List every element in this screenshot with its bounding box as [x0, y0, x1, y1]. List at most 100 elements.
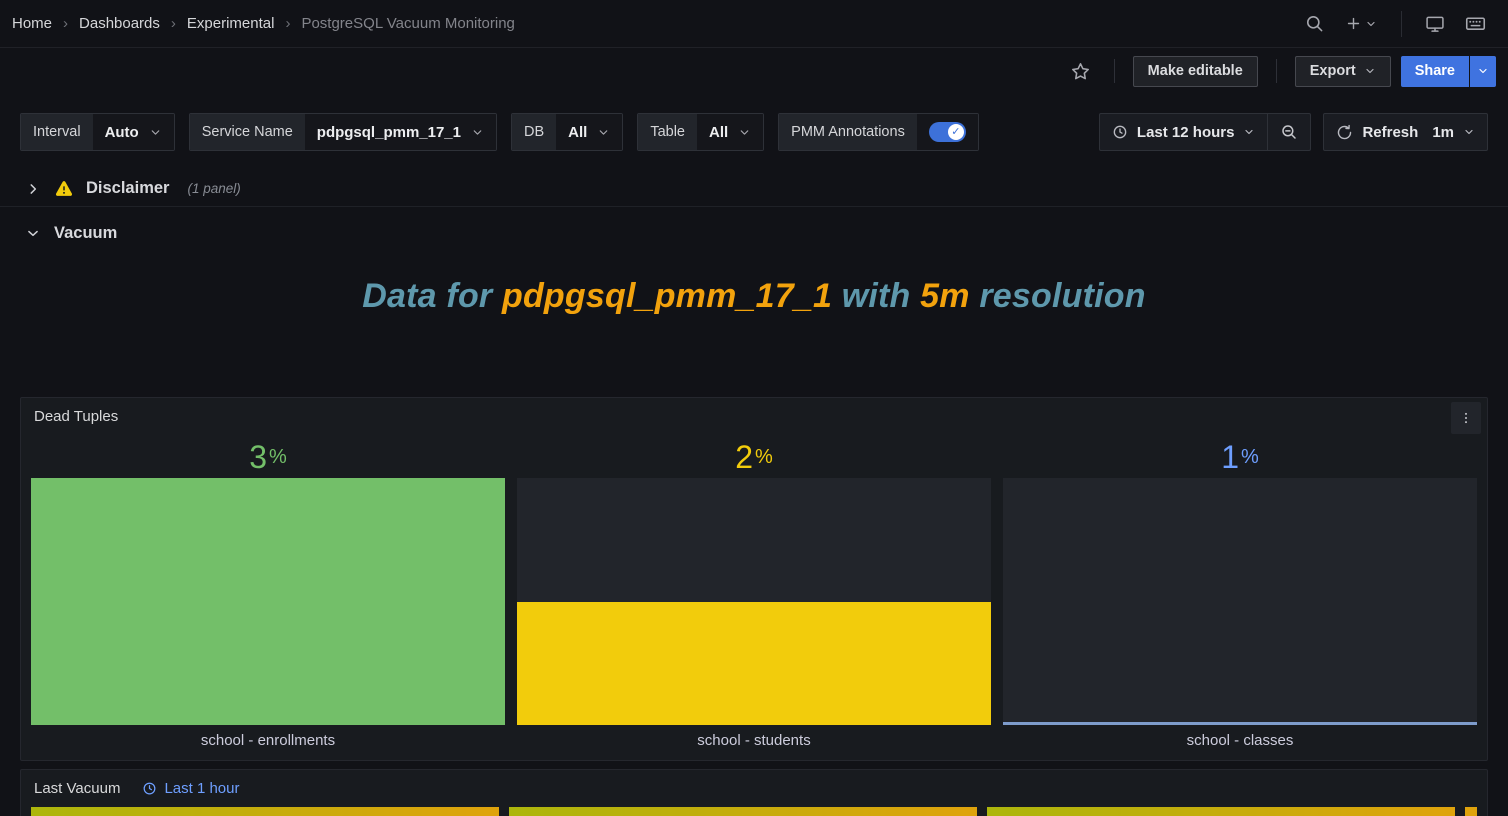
headline-segment: with: [832, 277, 920, 315]
share-split-button: Share: [1401, 56, 1496, 87]
headline-segment: Data for: [362, 277, 502, 315]
row-vacuum[interactable]: Vacuum: [0, 215, 1508, 251]
time-range-value: Last 12 hours: [1137, 124, 1235, 141]
breadcrumb-home[interactable]: Home: [12, 15, 52, 32]
toggle-check-icon: ✓: [948, 124, 964, 140]
db-value: All: [568, 124, 587, 141]
service-name-select[interactable]: pdpgsql_pmm_17_1: [305, 114, 496, 150]
row-disclaimer[interactable]: Disclaimer (1 panel): [0, 171, 1508, 207]
refresh-icon: [1336, 124, 1353, 141]
chevron-down-icon: [1364, 65, 1376, 77]
gauge-track: [517, 478, 991, 725]
export-button[interactable]: Export: [1295, 56, 1391, 87]
refresh-picker: Refresh 1m: [1323, 113, 1488, 151]
chevron-down-icon: [471, 126, 484, 139]
chevron-down-icon: [738, 126, 751, 139]
interval-select[interactable]: Auto: [93, 114, 174, 150]
new-dashboard-menu[interactable]: [1339, 9, 1383, 39]
table-value: All: [709, 124, 728, 141]
resolution-text-panel: Data for pdpgsql_pmm_17_1 with 5m resolu…: [20, 261, 1488, 389]
table-label: Table: [638, 114, 697, 150]
dead-tuples-panel: Dead Tuples 3%school - enrollments2%scho…: [20, 397, 1488, 761]
gauge-track: [1003, 478, 1477, 725]
headline-segment: resolution: [970, 277, 1146, 315]
breadcrumb-dashboards[interactable]: Dashboards: [79, 15, 160, 32]
last-vacuum-bar: [509, 807, 977, 816]
time-override-badge: Last 1 hour: [142, 780, 239, 797]
headline-segment: pdpgsql_pmm_17_1: [502, 277, 832, 315]
bar-gauge-area: 3%school - enrollments2%school - student…: [21, 434, 1487, 760]
db-variable: DB All: [511, 113, 623, 151]
panel-title-dead-tuples: Dead Tuples: [34, 408, 118, 425]
headline-segment: 5m: [920, 277, 970, 315]
panel-header: Dead Tuples: [21, 398, 1487, 434]
breadcrumb-separator: ›: [285, 15, 290, 32]
share-button[interactable]: Share: [1401, 56, 1469, 87]
keyboard-shortcuts-icon[interactable]: [1460, 9, 1490, 39]
breadcrumb: Home › Dashboards › Experimental › Postg…: [12, 15, 515, 32]
gauge-track: [31, 478, 505, 725]
row-title-disclaimer: Disclaimer: [86, 179, 169, 198]
service-name-label: Service Name: [190, 114, 305, 150]
refresh-interval-value: 1m: [1432, 124, 1454, 141]
refresh-interval-select[interactable]: 1m: [1430, 114, 1487, 150]
pmm-annotations-toggle[interactable]: ✓: [929, 122, 966, 142]
breadcrumb-separator: ›: [171, 15, 176, 32]
time-range-picker: Last 12 hours: [1099, 113, 1312, 151]
panel-header: Last Vacuum Last 1 hour: [21, 770, 1487, 797]
top-nav-bar: Home › Dashboards › Experimental › Postg…: [0, 0, 1508, 48]
interval-variable: Interval Auto: [20, 113, 175, 151]
chevron-down-icon: [1463, 126, 1475, 138]
last-vacuum-bar: [31, 807, 499, 816]
make-editable-button[interactable]: Make editable: [1133, 56, 1258, 87]
pmm-annotations-control: PMM Annotations ✓: [778, 113, 979, 151]
search-icon[interactable]: [1299, 9, 1329, 39]
gauge-value-label: 2%: [517, 436, 991, 478]
refresh-button[interactable]: Refresh: [1324, 114, 1430, 150]
export-button-label: Export: [1310, 63, 1356, 79]
gauge-category-label: school - students: [517, 732, 991, 750]
chevron-down-icon: [149, 126, 162, 139]
kiosk-mode-icon[interactable]: [1420, 9, 1450, 39]
divider: [1114, 59, 1115, 83]
db-select[interactable]: All: [556, 114, 622, 150]
breadcrumb-current-page: PostgreSQL Vacuum Monitoring: [301, 15, 514, 32]
db-label: DB: [512, 114, 556, 150]
warning-icon: [54, 179, 74, 199]
breadcrumb-separator: ›: [63, 15, 68, 32]
plus-icon: [1345, 15, 1362, 32]
share-menu-caret[interactable]: [1470, 56, 1496, 87]
table-select[interactable]: All: [697, 114, 763, 150]
chevron-down-icon: [1365, 18, 1377, 30]
last-vacuum-bars: [21, 807, 1487, 816]
gauge-value-label: 3%: [31, 436, 505, 478]
chevron-down-icon: [1243, 126, 1255, 138]
last-vacuum-bar: [987, 807, 1455, 816]
pmm-annotations-label: PMM Annotations: [779, 114, 917, 150]
bar-gauge: 1% school - classes: [1003, 436, 1477, 750]
refresh-label: Refresh: [1362, 124, 1418, 141]
clock-icon: [142, 781, 157, 796]
clock-icon: [1112, 124, 1128, 140]
zoom-out-button[interactable]: [1268, 114, 1310, 150]
zoom-out-icon: [1280, 123, 1298, 141]
bar-gauge: 2% school - students: [517, 436, 991, 750]
chevron-down-icon: [26, 226, 40, 240]
panel-menu-kebab-icon[interactable]: [1451, 402, 1481, 434]
time-override-label: Last 1 hour: [164, 780, 239, 797]
chevron-down-icon: [597, 126, 610, 139]
star-icon[interactable]: [1066, 56, 1096, 86]
resolution-headline: Data for pdpgsql_pmm_17_1 with 5m resolu…: [20, 277, 1488, 316]
last-vacuum-bar: [1465, 807, 1477, 816]
gauge-value-label: 1%: [1003, 436, 1477, 478]
breadcrumb-experimental[interactable]: Experimental: [187, 15, 275, 32]
time-range-button[interactable]: Last 12 hours: [1100, 114, 1268, 150]
dashboard-submenu: Interval Auto Service Name pdpgsql_pmm_1…: [0, 94, 1508, 151]
divider: [1276, 59, 1277, 83]
chevron-down-icon: [1477, 65, 1489, 77]
row-title-vacuum: Vacuum: [54, 224, 117, 243]
chevron-right-icon: [26, 182, 40, 196]
gauge-category-label: school - classes: [1003, 732, 1477, 750]
row-panel-count: (1 panel): [187, 181, 240, 196]
last-vacuum-panel: Last Vacuum Last 1 hour: [20, 769, 1488, 816]
